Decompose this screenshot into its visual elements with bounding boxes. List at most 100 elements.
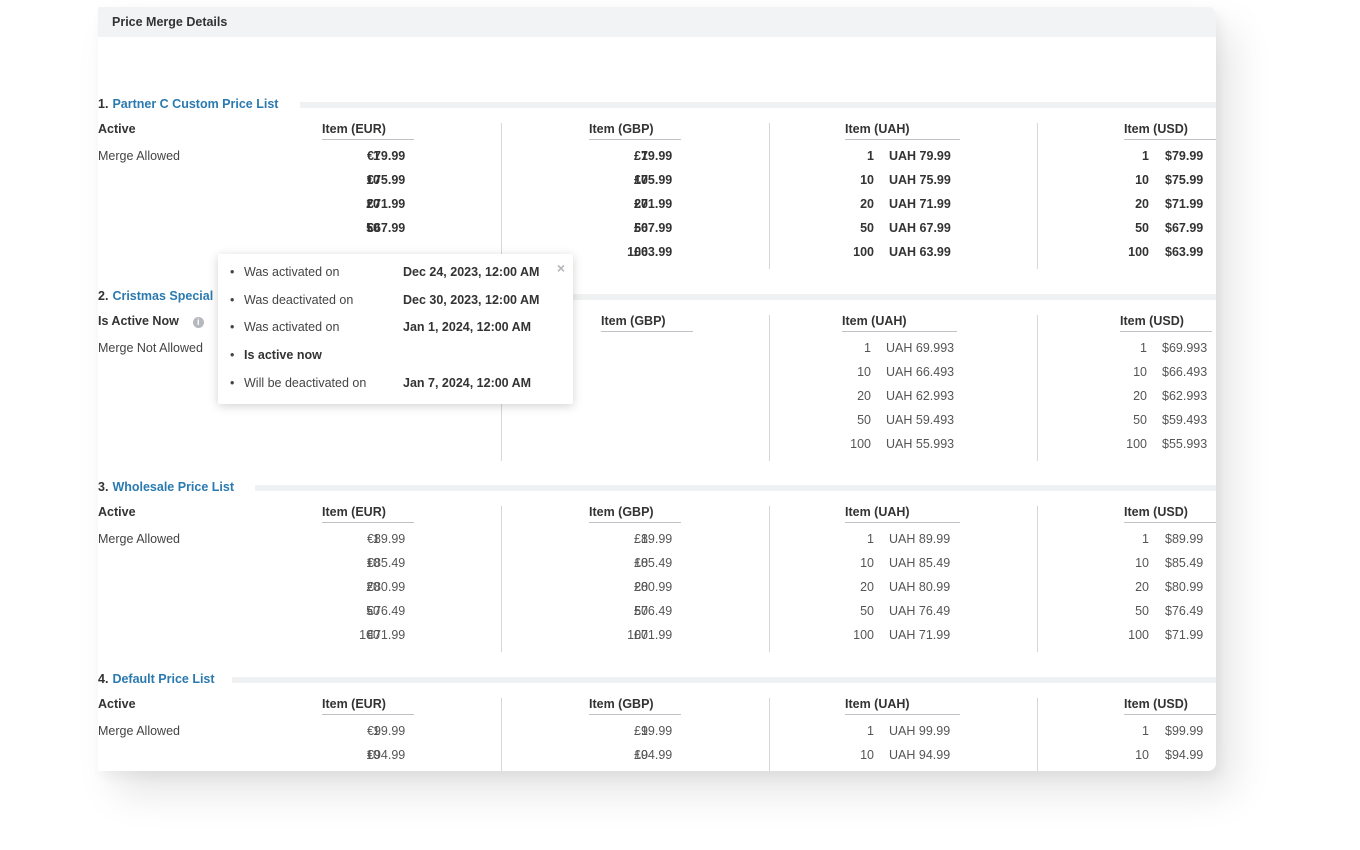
price-value: $80.99	[1165, 580, 1204, 594]
panel-title: Price Merge Details	[98, 7, 1216, 37]
quantity: 100	[1128, 628, 1149, 642]
activation-history-tooltip: × • Was activated on Dec 24, 2023, 12:00 A…	[218, 254, 573, 404]
price-row: 20 $71.99	[98, 197, 1216, 213]
activation-entry: • Was activated on Jan 1, 2024, 12:00 AM	[230, 320, 531, 336]
price-row: 50 $76.49	[98, 604, 1216, 620]
activation-label: Was deactivated on	[244, 293, 354, 307]
quantity: 50	[1135, 221, 1149, 235]
activation-entry: • Will be deactivated on Jan 7, 2024, 12:0…	[230, 376, 531, 392]
section-number: 1.	[98, 97, 109, 111]
bullet: •	[230, 293, 235, 307]
close-icon[interactable]: ×	[557, 260, 565, 276]
price-value: $71.99	[1165, 628, 1204, 642]
price-row: 50 $59.493	[98, 413, 1216, 429]
price-row: 10 $94.99	[98, 748, 1216, 764]
column-header: Item (USD)	[1120, 314, 1212, 332]
section-title: 1. Partner C Custom Price List	[98, 97, 1216, 111]
column-header: Item (USD)	[1124, 122, 1216, 140]
price-value: $59.493	[1162, 413, 1208, 427]
price-row: 50 $67.99	[98, 221, 1216, 237]
price-value: $76.49	[1165, 604, 1204, 618]
section-divider	[573, 294, 1216, 300]
section-divider	[300, 102, 1216, 108]
status-text: Active	[98, 505, 136, 519]
quantity: 1	[1142, 149, 1149, 163]
status-label: Active	[98, 122, 136, 136]
activation-date: Jan 1, 2024, 12:00 AM	[403, 320, 532, 334]
bullet: •	[230, 265, 235, 279]
price-value: $66.493	[1162, 365, 1208, 379]
activation-entry: • Was activated on Dec 24, 2023, 12:00 AM	[230, 265, 539, 281]
status-label: Active	[98, 697, 136, 711]
section-link[interactable]: Default Price List	[112, 672, 214, 686]
price-row: 10 $85.49	[98, 556, 1216, 572]
price-row: 100 $55.993	[98, 437, 1216, 453]
quantity: 50	[1133, 413, 1147, 427]
info-icon[interactable]: i	[192, 317, 204, 328]
activation-entry: • Is active now	[230, 348, 322, 364]
price-list-section: 1. Partner C Custom Price List Active Merge…	[98, 97, 1216, 277]
activation-date: Dec 30, 2023, 12:00 AM	[403, 293, 540, 307]
price-value: $67.99	[1165, 221, 1204, 235]
activation-label: Will be deactivated on	[244, 376, 367, 390]
column-header: Item (USD)	[1124, 697, 1216, 715]
status-text: Active	[98, 697, 136, 711]
price-value: $69.993	[1162, 341, 1208, 355]
column-header: Item (EUR)	[322, 697, 414, 715]
section-title: 3. Wholesale Price List	[98, 480, 1216, 494]
quantity: 1	[1142, 724, 1149, 738]
price-list-section: 4. Default Price List Active Merge Allowed I…	[98, 672, 1216, 771]
section-number: 3.	[98, 480, 109, 494]
price-list-section: 3. Wholesale Price List Active Merge Allowe…	[98, 480, 1216, 660]
price-row: 20 $80.99	[98, 580, 1216, 596]
price-value: $63.99	[1165, 245, 1204, 259]
price-value: $55.993	[1162, 437, 1208, 451]
bullet: •	[230, 376, 235, 390]
bullet: •	[230, 320, 235, 334]
column-header: Item (EUR)	[322, 122, 414, 140]
activation-date: Dec 24, 2023, 12:00 AM	[403, 265, 540, 279]
status-text: Is Active Now	[98, 314, 179, 328]
column-header: Item (GBP)	[589, 122, 681, 140]
activation-label: Was activated on	[244, 265, 340, 279]
price-row: 1 $79.99	[98, 149, 1216, 165]
price-row: 1 $99.99	[98, 724, 1216, 740]
price-value: $62.993	[1162, 389, 1208, 403]
price-row: 1 $89.99	[98, 532, 1216, 548]
column-header: Item (UAH)	[845, 505, 960, 523]
price-value: $99.99	[1165, 724, 1204, 738]
quantity: 10	[1135, 556, 1149, 570]
column-header: Item (GBP)	[601, 314, 693, 332]
status-label: Active	[98, 505, 136, 519]
activation-entry: • Was deactivated on Dec 30, 2023, 12:00 A…	[230, 293, 539, 309]
column-header: Item (UAH)	[845, 697, 960, 715]
section-number: 2.	[98, 289, 109, 303]
price-row: 10 $75.99	[98, 173, 1216, 189]
column-header: Item (GBP)	[589, 505, 681, 523]
section-number: 4.	[98, 672, 109, 686]
section-link[interactable]: Cristmas Special	[112, 289, 213, 303]
quantity: 10	[1135, 173, 1149, 187]
column-header: Item (GBP)	[589, 697, 681, 715]
section-title: 4. Default Price List	[98, 672, 1216, 686]
quantity: 10	[1135, 748, 1149, 762]
price-value: $94.99	[1165, 748, 1204, 762]
quantity: 20	[1135, 580, 1149, 594]
price-row: 100 $71.99	[98, 628, 1216, 644]
price-value: $89.99	[1165, 532, 1204, 546]
quantity: 20	[1135, 197, 1149, 211]
column-header: Item (EUR)	[322, 505, 414, 523]
section-divider	[255, 485, 1216, 491]
quantity: 50	[1135, 604, 1149, 618]
status-text: Active	[98, 122, 136, 136]
activation-label: Was activated on	[244, 320, 340, 334]
price-value: $85.49	[1165, 556, 1204, 570]
section-link[interactable]: Wholesale Price List	[112, 480, 234, 494]
column-header: Item (UAH)	[845, 122, 960, 140]
price-value: $71.99	[1165, 197, 1204, 211]
activation-date: Jan 7, 2024, 12:00 AM	[403, 376, 532, 390]
quantity: 1	[1142, 532, 1149, 546]
bullet: •	[230, 348, 235, 362]
activation-label: Is active now	[244, 348, 322, 362]
section-link[interactable]: Partner C Custom Price List	[112, 97, 278, 111]
